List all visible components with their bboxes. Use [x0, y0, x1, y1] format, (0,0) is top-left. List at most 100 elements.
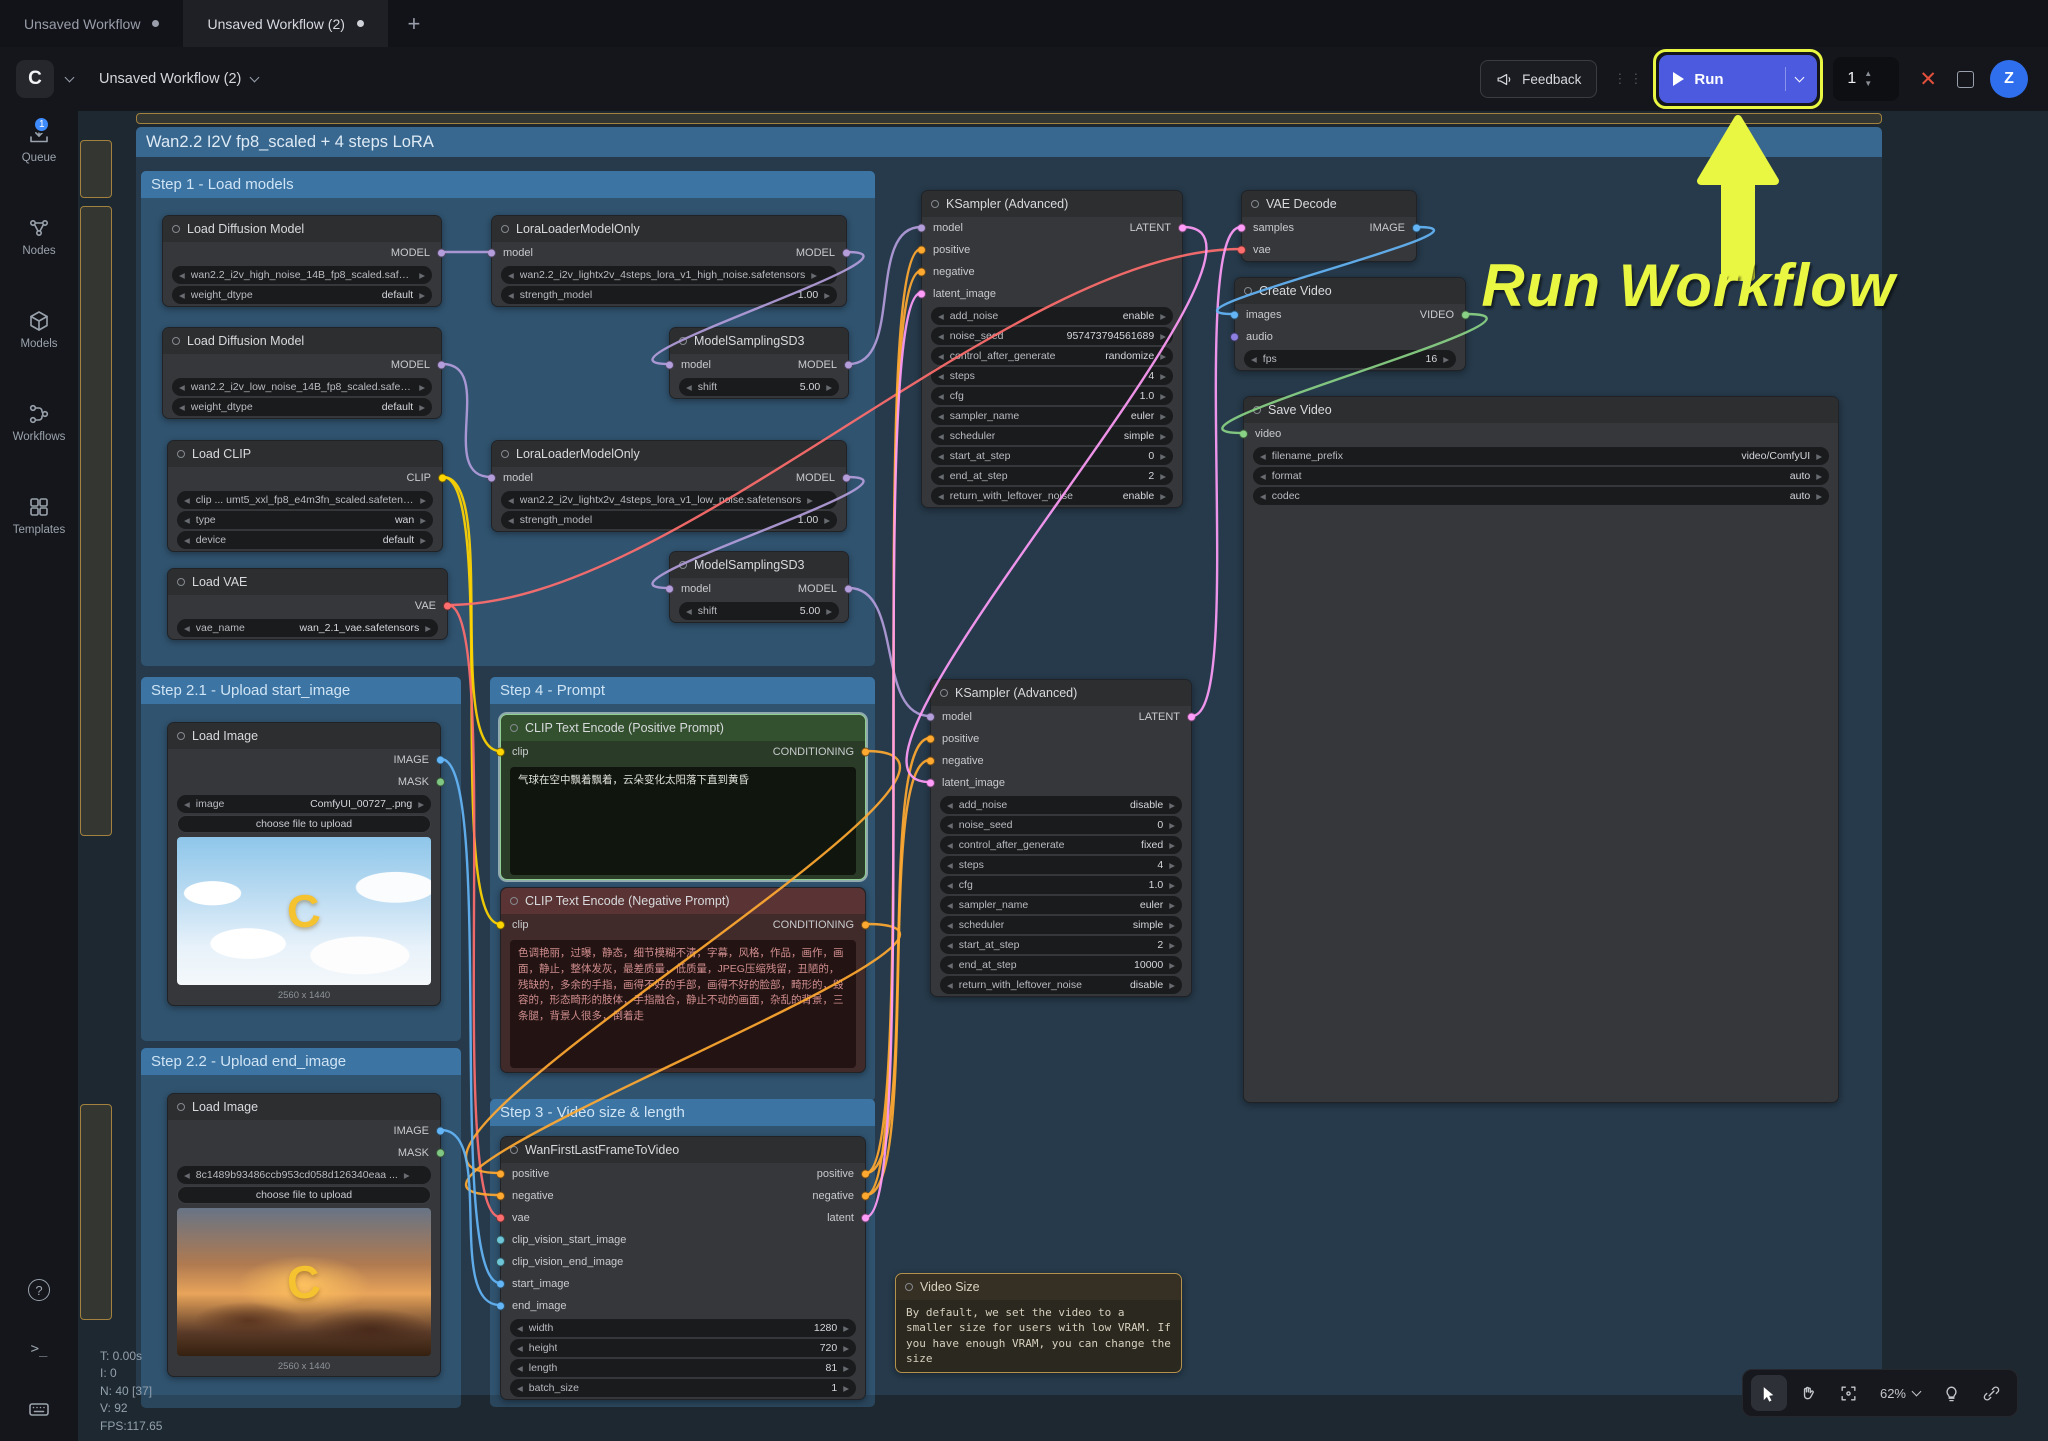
run-button[interactable]: Run	[1659, 55, 1817, 103]
group-title-step3[interactable]: Step 3 - Video size & length	[490, 1099, 875, 1126]
widget-return_with_leftover_noise[interactable]: ◀return_with_leftover_noisedisable▶	[940, 976, 1182, 994]
widget-end_at_step[interactable]: ◀end_at_step2▶	[931, 467, 1173, 485]
widget-combo[interactable]: ◀clip ... umt5_xxl_fp8_e4m3fn_scaled.saf…	[177, 491, 433, 509]
node-lora_high[interactable]: LoraLoaderModelOnlymodelMODEL◀wan2.2_i2v…	[491, 215, 847, 307]
input-port-negative[interactable]	[917, 268, 926, 277]
widget-sampler_name[interactable]: ◀sampler_nameeuler▶	[931, 407, 1173, 425]
node-ld_high[interactable]: Load Diffusion ModelMODEL◀wan2.2_i2v_hig…	[162, 215, 442, 307]
fit-view-tool[interactable]	[1831, 1375, 1867, 1411]
widget-shift[interactable]: ◀shift5.00▶	[679, 378, 839, 396]
widget-combo[interactable]: ◀wan2.2_i2v_lightx2v_4steps_lora_v1_low_…	[501, 491, 837, 509]
widget-device[interactable]: ◀devicedefault▶	[177, 531, 433, 549]
output-port-MODEL[interactable]	[844, 585, 853, 594]
workflow-title-dropdown[interactable]: Unsaved Workflow (2)	[99, 71, 258, 87]
input-port-model[interactable]	[487, 474, 496, 483]
widget-return_with_leftover_noise[interactable]: ◀return_with_leftover_noiseenable▶	[931, 487, 1173, 505]
widget-vae_name[interactable]: ◀vae_namewan_2.1_vae.safetensors▶	[177, 619, 438, 637]
node-title-li2[interactable]: Load Image	[168, 1094, 440, 1120]
widget-weight_dtype[interactable]: ◀weight_dtypedefault▶	[172, 398, 432, 416]
widget-length[interactable]: ◀length81▶	[510, 1359, 856, 1377]
widget-codec[interactable]: ◀codecauto▶	[1253, 487, 1829, 505]
prompt-textarea[interactable]: 色调艳丽，过曝，静态，细节模糊不清，字幕，风格，作品，画作，画面，静止，整体发灰…	[510, 940, 856, 1068]
node-title-lora_low[interactable]: LoraLoaderModelOnly	[492, 441, 846, 467]
input-port-start_image[interactable]	[496, 1280, 505, 1289]
logo-menu-chevron-icon[interactable]	[65, 72, 75, 82]
output-port-MODEL[interactable]	[437, 249, 446, 258]
input-port-negative[interactable]	[926, 757, 935, 766]
shortcuts-keyboard-button[interactable]	[27, 1397, 51, 1421]
widget-format[interactable]: ◀formatauto▶	[1253, 467, 1829, 485]
output-port-IMAGE[interactable]	[1412, 224, 1421, 233]
node-ld_low[interactable]: Load Diffusion ModelMODEL◀wan2.2_i2v_low…	[162, 327, 442, 419]
input-port-model[interactable]	[665, 585, 674, 594]
widget-control_after_generate[interactable]: ◀control_after_generaterandomize▶	[931, 347, 1173, 365]
group-title-step4[interactable]: Step 4 - Prompt	[490, 677, 875, 704]
input-port-video[interactable]	[1239, 430, 1248, 439]
input-port-latent_image[interactable]	[926, 779, 935, 788]
input-port-clip_vision_start_image[interactable]	[496, 1236, 505, 1245]
output-port-MASK[interactable]	[436, 778, 445, 787]
toggle-links-visibility-tool[interactable]	[1973, 1375, 2009, 1411]
input-port-model[interactable]	[917, 224, 926, 233]
node-lora_low[interactable]: LoraLoaderModelOnlymodelMODEL◀wan2.2_i2v…	[491, 440, 847, 532]
widget-noise_seed[interactable]: ◀noise_seed0▶	[940, 816, 1182, 834]
input-port-negative[interactable]	[496, 1192, 505, 1201]
widget-add_noise[interactable]: ◀add_noisedisable▶	[940, 796, 1182, 814]
node-create_video[interactable]: Create VideoimagesVIDEOaudio◀fps16▶	[1234, 277, 1466, 371]
widget-cfg[interactable]: ◀cfg1.0▶	[931, 387, 1173, 405]
input-port-positive[interactable]	[926, 735, 935, 744]
node-title-samp1[interactable]: ModelSamplingSD3	[670, 328, 848, 354]
node-title-lora_high[interactable]: LoraLoaderModelOnly	[492, 216, 846, 242]
widget-height[interactable]: ◀height720▶	[510, 1339, 856, 1357]
sidebar-item-models[interactable]: Models	[20, 309, 57, 350]
output-port-CLIP[interactable]	[438, 474, 447, 483]
sidebar-item-nodes[interactable]: Nodes	[22, 216, 55, 257]
widget-start_at_step[interactable]: ◀start_at_step0▶	[931, 447, 1173, 465]
input-port-vae[interactable]	[496, 1214, 505, 1223]
group-title-outer[interactable]: Wan2.2 I2V fp8_scaled + 4 steps LoRA	[136, 127, 1882, 157]
run-options-chevron-icon[interactable]	[1795, 72, 1805, 82]
node-vae_decode[interactable]: VAE DecodesamplesIMAGEvae	[1241, 190, 1417, 262]
node-ks2[interactable]: KSampler (Advanced)modelLATENTpositivene…	[930, 679, 1192, 997]
input-port-samples[interactable]	[1237, 224, 1246, 233]
node-title-wan[interactable]: WanFirstLastFrameToVideo	[501, 1137, 865, 1163]
output-port-latent[interactable]	[861, 1214, 870, 1223]
input-port-positive[interactable]	[496, 1170, 505, 1179]
output-port-MASK[interactable]	[436, 1149, 445, 1158]
widget-scheduler[interactable]: ◀schedulersimple▶	[931, 427, 1173, 445]
output-port-MODEL[interactable]	[844, 361, 853, 370]
output-port-CONDITIONING[interactable]	[861, 921, 870, 930]
node-note[interactable]: Video SizeBy default, we set the video t…	[895, 1273, 1182, 1373]
widget-sampler_name[interactable]: ◀sampler_nameeuler▶	[940, 896, 1182, 914]
run-count-stepper[interactable]: 1 ▲▼	[1833, 57, 1899, 101]
node-title-load_vae[interactable]: Load VAE	[168, 569, 447, 595]
input-port-model[interactable]	[487, 249, 496, 258]
input-port-images[interactable]	[1230, 311, 1239, 320]
node-title-clip_neg[interactable]: CLIP Text Encode (Negative Prompt)	[501, 888, 865, 914]
node-title-load_clip[interactable]: Load CLIP	[168, 441, 442, 467]
node-li2[interactable]: Load ImageIMAGEMASK◀8c1489b93486ccb953cd…	[167, 1093, 441, 1377]
feedback-button[interactable]: Feedback	[1480, 60, 1597, 98]
input-port-end_image[interactable]	[496, 1302, 505, 1311]
widget-noise_seed[interactable]: ◀noise_seed957473794561689▶	[931, 327, 1173, 345]
node-save_video[interactable]: Save Videovideo◀filename_prefixvideo/Com…	[1243, 396, 1839, 1103]
widget-steps[interactable]: ◀steps4▶	[940, 856, 1182, 874]
toggle-theme-tool[interactable]	[1933, 1375, 1969, 1411]
widget-type[interactable]: ◀typewan▶	[177, 511, 433, 529]
node-title-ks1[interactable]: KSampler (Advanced)	[922, 191, 1182, 217]
input-port-vae[interactable]	[1237, 246, 1246, 255]
widget-fps[interactable]: ◀fps16▶	[1244, 350, 1456, 368]
output-port-IMAGE[interactable]	[436, 1127, 445, 1136]
input-port-clip_vision_end_image[interactable]	[496, 1258, 505, 1267]
widget-weight_dtype[interactable]: ◀weight_dtypedefault▶	[172, 286, 432, 304]
widget-filename_prefix[interactable]: ◀filename_prefixvideo/ComfyUI▶	[1253, 447, 1829, 465]
widget-combo[interactable]: ◀wan2.2_i2v_low_noise_14B_fp8_scaled.saf…	[172, 378, 432, 396]
tab-unsaved-workflow-2[interactable]: Unsaved Workflow (2)	[183, 0, 387, 47]
sidebar-item-queue[interactable]: Queue 1	[22, 123, 57, 164]
input-port-clip[interactable]	[496, 748, 505, 757]
help-button[interactable]: ?	[28, 1279, 50, 1301]
widget-combo[interactable]: ◀8c1489b93486ccb953cd058d126340eaa ...▶	[177, 1166, 431, 1184]
widget-combo[interactable]: ◀wan2.2_i2v_lightx2v_4steps_lora_v1_high…	[501, 266, 837, 284]
upload-button[interactable]: choose file to upload	[177, 1186, 431, 1204]
widget-steps[interactable]: ◀steps4▶	[931, 367, 1173, 385]
